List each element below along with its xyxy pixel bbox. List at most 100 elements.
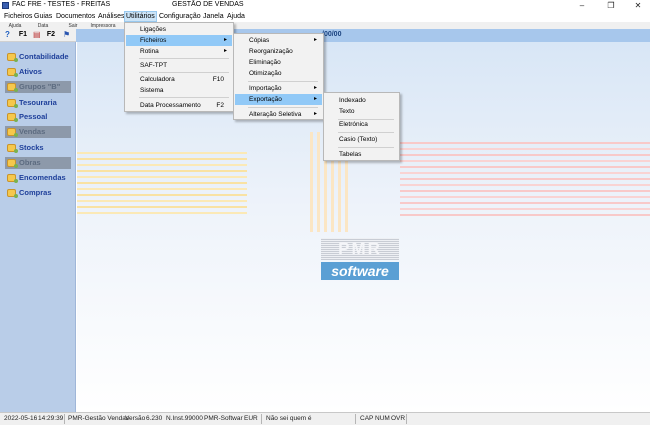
menu-item-saf-tpt[interactable]: SAF-TPT — [126, 60, 232, 71]
help-button[interactable]: Ajuda ? F1 — [2, 23, 28, 41]
sidebar-item-label: Stocks — [19, 143, 44, 152]
menu-item-label: Exportação — [249, 96, 282, 103]
status-date: 2022-05-16 — [4, 415, 38, 422]
close-button[interactable]: ✕ — [624, 0, 650, 11]
title-bar: FAC FRE - TESTES - FREITAS GESTÃO DE VEN… — [0, 0, 650, 11]
menu-ficheiros[interactable]: Ficheiros — [3, 11, 33, 22]
sidebar-item-grupos-b[interactable]: Grupos "B" — [5, 81, 71, 93]
menu-item-ficheiros[interactable]: Ficheiros ▸ — [126, 35, 232, 46]
menu-item-sistema[interactable]: Sistema — [126, 85, 232, 96]
submenu-arrow-icon: ▸ — [313, 111, 317, 117]
submenu-arrow-icon: ▸ — [223, 48, 227, 54]
menu-guias[interactable]: Guias — [33, 11, 53, 22]
menu-item-importacao[interactable]: Importação ▸ — [235, 83, 322, 94]
status-bar: 2022-05-16 14:29:39 PMR-Gestão Vendas Ve… — [0, 412, 650, 425]
sidebar-item-tesouraria[interactable]: Tesouraria — [3, 97, 73, 109]
date-key: F2 — [46, 31, 55, 38]
menu-item-label: Eletrónica — [339, 121, 368, 128]
menu-item-alteracao-seletiva[interactable]: Alteração Seletiva ▸ — [235, 109, 322, 120]
sidebar-item-vendas[interactable]: Vendas — [5, 126, 71, 138]
menu-separator — [139, 72, 229, 73]
exportacao-submenu: Indexado Texto Eletrónica Casio (Texto) … — [323, 92, 400, 161]
menu-item-casio-texto[interactable]: Casio (Texto) — [325, 134, 398, 145]
date-button[interactable]: Data ▤ F2 — [30, 23, 56, 41]
menu-item-shortcut: F2 — [216, 102, 224, 109]
status-caps: CAP — [360, 415, 374, 422]
menu-utilitarios[interactable]: Utilitários — [124, 11, 157, 22]
folder-icon — [7, 128, 18, 137]
menu-item-label: Texto — [339, 108, 355, 115]
sidebar-item-obras[interactable]: Obras — [5, 157, 71, 169]
ficheiros-submenu: Cópias ▸ Reorganização Eliminação Otimiza… — [233, 33, 324, 120]
menu-separator — [248, 81, 318, 82]
status-separator — [261, 414, 262, 424]
help-key: F1 — [18, 31, 27, 38]
sidebar-item-compras[interactable]: Compras — [3, 187, 73, 199]
menu-item-data-processamento[interactable]: Data Processamento F2 — [126, 100, 232, 111]
menu-item-label: Eliminação — [249, 59, 281, 66]
menu-separator — [338, 147, 394, 148]
app-icon[interactable] — [2, 2, 9, 9]
sidebar-item-label: Encomendas — [19, 173, 66, 182]
minimize-button[interactable]: – — [568, 0, 596, 11]
menu-ajuda[interactable]: Ajuda — [226, 11, 246, 22]
status-user: Não sei quem é — [266, 415, 312, 422]
date-button-caption: Data — [37, 23, 49, 29]
maximize-button[interactable]: ❐ — [597, 0, 625, 11]
menu-item-calculadora[interactable]: Calculadora F10 — [126, 74, 232, 85]
folder-icon — [7, 68, 18, 77]
sidebar-item-label: Compras — [19, 188, 52, 197]
sidebar-item-label: Ativos — [19, 67, 42, 76]
menu-analises[interactable]: Análises — [97, 11, 125, 22]
sidebar-item-ativos[interactable]: Ativos — [3, 66, 73, 78]
status-separator — [406, 414, 407, 424]
menu-item-exportacao[interactable]: Exportação ▸ — [235, 94, 322, 105]
menu-configuracao[interactable]: Configuração — [158, 11, 202, 22]
menu-item-label: Alteração Seletiva — [249, 111, 302, 118]
menu-item-texto[interactable]: Texto — [325, 106, 398, 117]
submenu-arrow-icon: ▸ — [313, 85, 317, 91]
menu-janela[interactable]: Janela — [202, 11, 225, 22]
menu-item-copias[interactable]: Cópias ▸ — [235, 35, 322, 46]
menu-item-label: Calculadora — [140, 76, 175, 83]
menu-item-label: Data Processamento — [140, 102, 201, 109]
menu-item-label: Rotina — [140, 48, 159, 55]
sidebar-item-label: Contabilidade — [19, 52, 69, 61]
help-button-caption: Ajuda — [8, 23, 22, 29]
sidebar-item-encomendas[interactable]: Encomendas — [3, 172, 73, 184]
menu-item-label: Sistema — [140, 87, 164, 94]
processing-date: /00/00 — [322, 31, 342, 38]
sidebar-item-contabilidade[interactable]: Contabilidade — [3, 51, 73, 63]
sidebar-item-label: Pessoal — [19, 112, 48, 121]
menu-documentos[interactable]: Documentos — [55, 11, 96, 22]
submenu-arrow-icon: ▸ — [313, 37, 317, 43]
menu-item-ligacoes[interactable]: Ligações — [126, 24, 232, 35]
status-separator — [355, 414, 356, 424]
sidebar-item-stocks[interactable]: Stocks — [3, 142, 73, 154]
menu-item-otimizacao[interactable]: Otimização — [235, 68, 322, 79]
menu-item-eletronica[interactable]: Eletrónica — [325, 119, 398, 130]
menu-item-rotina[interactable]: Rotina ▸ — [126, 46, 232, 57]
menu-item-reorganizacao[interactable]: Reorganização — [235, 46, 322, 57]
pmr-software-logo: PMR software — [321, 238, 399, 284]
sidebar-item-label: Vendas — [19, 127, 46, 136]
menu-item-label: Ligações — [140, 26, 167, 33]
menu-item-label: Ficheiros — [140, 37, 167, 44]
status-ovr: OVR — [391, 415, 406, 422]
window-title: FAC FRE - TESTES - FREITAS — [12, 1, 111, 8]
status-version: 6.230 — [146, 415, 163, 422]
menu-item-label: Indexado — [339, 97, 366, 104]
folder-icon — [7, 144, 18, 153]
status-version-label: Versão — [125, 415, 146, 422]
sidebar-item-pessoal[interactable]: Pessoal — [3, 111, 73, 123]
folder-icon — [7, 99, 18, 108]
folder-icon — [7, 174, 18, 183]
menu-item-indexado[interactable]: Indexado — [325, 95, 398, 106]
folder-icon — [7, 113, 18, 122]
menu-separator — [248, 107, 318, 108]
menu-item-label: Importação — [249, 85, 282, 92]
folder-icon — [7, 53, 18, 62]
menu-item-eliminacao[interactable]: Eliminação — [235, 57, 322, 68]
menu-item-tabelas[interactable]: Tabelas — [325, 149, 398, 160]
sidebar-item-label: Obras — [19, 158, 41, 167]
